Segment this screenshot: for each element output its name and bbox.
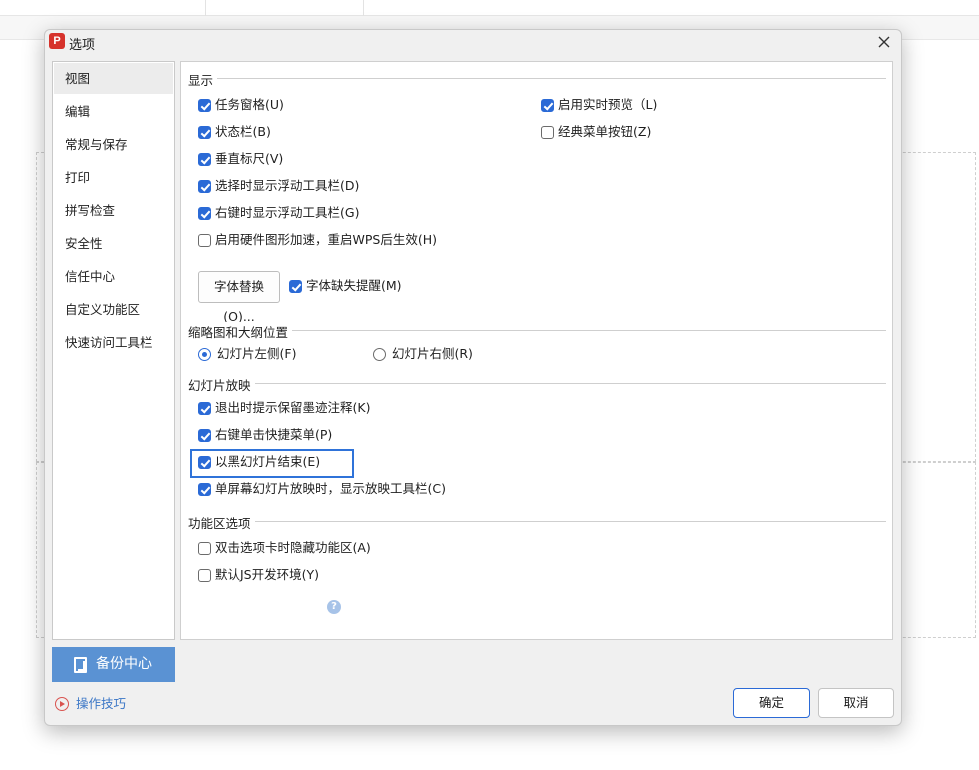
section-divider xyxy=(188,383,886,384)
checkbox-checked-icon xyxy=(198,99,211,112)
nav-item-general-save[interactable]: 常规与保存 xyxy=(54,129,173,160)
checkbox-label: 任务窗格(U) xyxy=(215,97,284,112)
section-title-slideshow: 幻灯片放映 xyxy=(188,375,255,394)
checkbox-label: 以黑幻灯片结束(E) xyxy=(215,454,321,469)
options-dialog: P 选项 视图 编辑 常规与保存 打印 拼写检查 安全性 信任中心 自定义功能区… xyxy=(44,29,902,726)
cancel-button[interactable]: 取消 xyxy=(818,688,894,718)
section-title-thumbnail: 缩略图和大纲位置 xyxy=(188,322,293,341)
section-title-ribbon: 功能区选项 xyxy=(188,513,255,532)
close-button[interactable] xyxy=(873,32,895,52)
close-icon xyxy=(878,36,890,48)
play-icon xyxy=(55,697,69,711)
checkbox-unchecked-icon xyxy=(198,234,211,247)
font-replace-button[interactable]: 字体替换(O)... xyxy=(198,271,280,324)
checkbox-checked-icon xyxy=(541,99,554,112)
section-divider xyxy=(188,521,886,522)
checkbox-label: 右键时显示浮动工具栏(G) xyxy=(215,205,360,220)
checkbox-label: 启用实时预览（L) xyxy=(558,97,658,112)
checkbox-checked-icon xyxy=(198,126,211,139)
wps-presentation-icon: P xyxy=(49,33,65,49)
checkbox-label: 选择时显示浮动工具栏(D) xyxy=(215,178,360,193)
checkbox-label: 字体缺失提醒(M) xyxy=(306,278,402,293)
help-icon[interactable]: ? xyxy=(327,600,341,614)
radio-label: 幻灯片左侧(F) xyxy=(217,346,297,361)
checkbox-label: 双击选项卡时隐藏功能区(A) xyxy=(215,540,371,555)
checkbox-label: 启用硬件图形加速，重启WPS后生效(H) xyxy=(215,232,437,247)
nav-item-customize-ribbon[interactable]: 自定义功能区 xyxy=(54,294,173,325)
nav-item-view[interactable]: 视图 xyxy=(54,63,173,94)
checkbox-unchecked-icon xyxy=(541,126,554,139)
nav-item-edit[interactable]: 编辑 xyxy=(54,96,173,127)
ok-button[interactable]: 确定 xyxy=(733,688,810,718)
checkbox-unchecked-icon xyxy=(198,542,211,555)
backup-center-label: 备份中心 xyxy=(96,656,152,672)
checkbox-label: 默认JS开发环境(Y) xyxy=(215,567,320,582)
checkbox-checked-icon xyxy=(198,483,211,496)
nav-item-spelling[interactable]: 拼写检查 xyxy=(54,195,173,226)
dialog-title: 选项 xyxy=(69,38,96,53)
dialog-titlebar: P 选项 xyxy=(45,30,901,54)
checkbox-checked-icon xyxy=(198,402,211,415)
checkbox-checked-icon xyxy=(198,207,211,220)
section-divider xyxy=(188,78,886,79)
nav-item-quick-access-toolbar[interactable]: 快速访问工具栏 xyxy=(54,327,173,358)
app-background-topbar xyxy=(0,0,979,16)
nav-item-trust-center[interactable]: 信任中心 xyxy=(54,261,173,292)
backup-center-button[interactable]: 备份中心 xyxy=(52,647,175,682)
checkbox-label: 单屏幕幻灯片放映时，显示放映工具栏(C) xyxy=(215,481,446,496)
tips-label: 操作技巧 xyxy=(76,696,127,711)
backup-icon xyxy=(74,657,87,673)
radio-unselected-icon xyxy=(373,348,386,361)
checkbox-checked-icon xyxy=(289,280,302,293)
radio-label: 幻灯片右侧(R) xyxy=(392,346,473,361)
checkbox-label: 经典菜单按钮(Z) xyxy=(558,124,652,139)
nav-item-security[interactable]: 安全性 xyxy=(54,228,173,259)
checkbox-label: 状态栏(B) xyxy=(215,124,271,139)
checkbox-label: 右键单击快捷菜单(P) xyxy=(215,427,333,442)
topbar-divider xyxy=(363,0,364,16)
section-divider xyxy=(188,330,886,331)
section-title-display: 显示 xyxy=(188,70,218,89)
checkbox-checked-icon xyxy=(198,153,211,166)
options-nav: 视图 编辑 常规与保存 打印 拼写检查 安全性 信任中心 自定义功能区 快速访问… xyxy=(52,61,175,640)
topbar-divider xyxy=(205,0,206,16)
checkbox-checked-icon xyxy=(198,456,211,469)
checkbox-unchecked-icon xyxy=(198,569,211,582)
nav-item-print[interactable]: 打印 xyxy=(54,162,173,193)
checkbox-checked-icon xyxy=(198,180,211,193)
checkbox-checked-icon xyxy=(198,429,211,442)
options-content: 显示 任务窗格(U) 状态栏(B) 垂直标尺(V) 选择时显示浮动工具栏(D) … xyxy=(180,61,893,640)
radio-selected-icon xyxy=(198,348,211,361)
checkbox-label: 退出时提示保留墨迹注释(K) xyxy=(215,400,371,415)
checkbox-label: 垂直标尺(V) xyxy=(215,151,284,166)
